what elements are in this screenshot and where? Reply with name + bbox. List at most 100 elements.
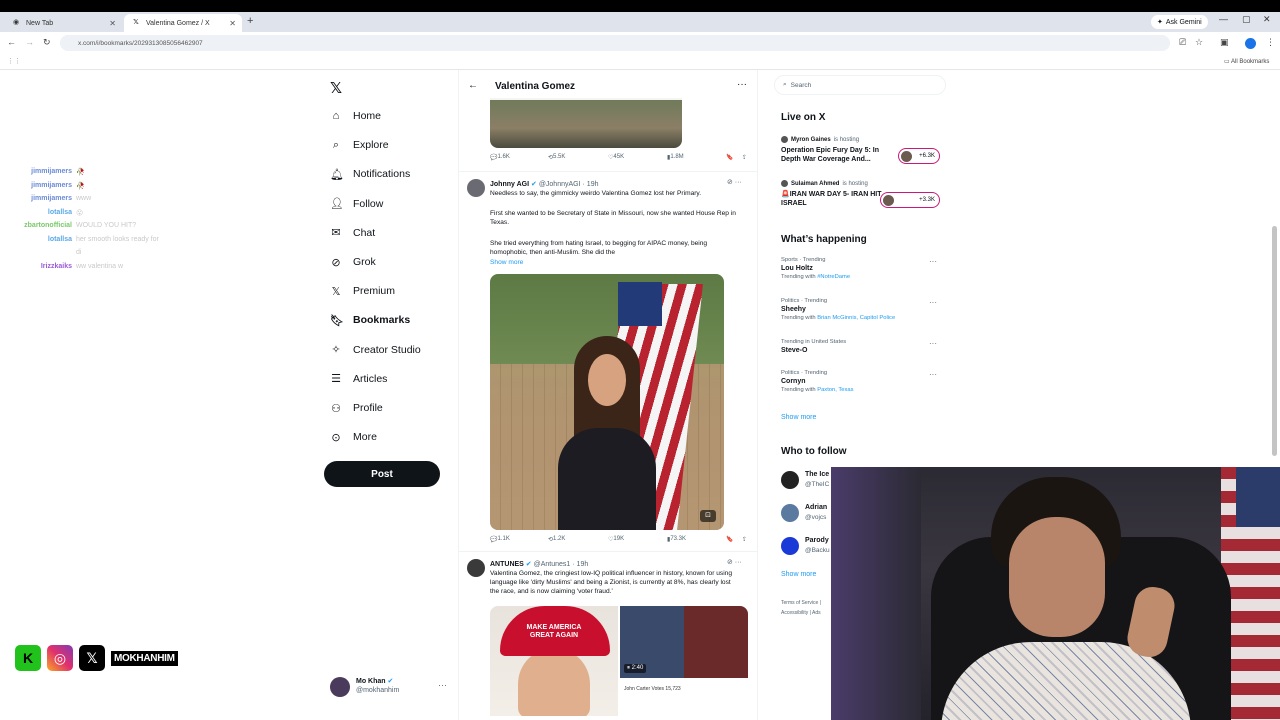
forward-arrow-icon[interactable]: →: [25, 37, 34, 47]
avatar[interactable]: [467, 179, 485, 197]
close-icon[interactable]: ✕: [109, 19, 116, 28]
trend-item[interactable]: Politics · Trending Sheehy Trending with B…: [781, 298, 941, 321]
search-input[interactable]: ⌕ Search: [774, 75, 946, 95]
views-button[interactable]: ▮ 73.3K: [667, 536, 686, 543]
more-dots-icon[interactable]: ···: [929, 339, 937, 348]
more-dots-icon[interactable]: ···: [929, 298, 937, 307]
show-more-link[interactable]: Show more: [781, 571, 816, 578]
chat-username: jimmijamers: [31, 181, 72, 189]
sidebar-item-creator-studio[interactable]: ✧ Creator Studio: [330, 340, 420, 360]
like-button[interactable]: ♡ 45K: [608, 154, 624, 161]
bookmark-icon[interactable]: 🔖: [726, 154, 733, 161]
photo-body: [558, 428, 656, 530]
sidebar-item-notifications[interactable]: 🔔︎ Notifications: [330, 164, 410, 184]
live-listeners-badge: +3.3K: [880, 192, 940, 208]
post-image[interactable]: ⊡: [490, 274, 724, 530]
views-button[interactable]: ▮ 1.8M: [667, 154, 684, 161]
footer-link[interactable]: Terms of Service |: [781, 598, 821, 608]
more-dots-icon[interactable]: ···: [737, 79, 747, 90]
tweet-author[interactable]: Johnny AGI ✔ @JohnnyAGI · 19h: [490, 180, 598, 188]
repost-button[interactable]: ⟲ 1.2K: [548, 536, 565, 543]
sidebar-item-premium[interactable]: 𝕏 Premium: [330, 281, 395, 301]
sidebar-item-grok[interactable]: ⊘ Grok: [330, 252, 376, 272]
sidebar-item-follow[interactable]: 👤︎ Follow: [330, 194, 383, 214]
trend-link[interactable]: Brian McGinnis, Capitol Police: [817, 315, 895, 321]
bookmark-icon[interactable]: 🔖: [726, 536, 733, 543]
sidebar-item-label: Home: [353, 110, 382, 122]
live-item[interactable]: Myron Gaines is hosting Operation Epic Fu…: [781, 136, 941, 164]
all-bookmarks-button[interactable]: ▭ All Bookmarks: [1224, 58, 1269, 65]
back-arrow-icon[interactable]: ←: [468, 80, 478, 91]
back-arrow-icon[interactable]: ←: [7, 37, 16, 47]
sidebar-item-home[interactable]: ⌂ Home: [330, 106, 381, 126]
reload-icon[interactable]: ↻: [43, 37, 51, 48]
sidebar-item-articles[interactable]: ☰ Articles: [330, 369, 387, 389]
show-more-link[interactable]: Show more: [781, 414, 816, 421]
live-listeners-badge: +6.3K: [898, 148, 940, 164]
maximize-icon[interactable]: ▢: [1242, 14, 1251, 25]
reply-button[interactable]: 💬 1.1K: [490, 536, 510, 543]
account-switcher[interactable]: Mo Khan ✔ @mokhanhim ···: [330, 675, 450, 699]
creator-studio-icon: ✧: [331, 344, 341, 357]
webcam-overlay: [831, 467, 1280, 720]
profile-avatar[interactable]: [1245, 38, 1256, 49]
star-icon[interactable]: ☆: [1195, 37, 1203, 48]
post-image[interactable]: [490, 98, 682, 148]
avatar[interactable]: [467, 559, 485, 577]
trend-item[interactable]: Trending in United States Steve-O ···: [781, 339, 941, 354]
ask-gemini-label: Ask Gemini: [1165, 18, 1202, 26]
side-panel-icon[interactable]: ▣: [1220, 37, 1229, 48]
cast-icon[interactable]: ⎚: [1179, 37, 1186, 48]
footer-link[interactable]: Accessibility | Ads: [781, 608, 821, 618]
trend-item[interactable]: Politics · Trending Cornyn Trending with P…: [781, 370, 941, 393]
more-dots-icon[interactable]: ···: [929, 370, 937, 379]
post-button[interactable]: Post: [324, 461, 440, 487]
more-dots-icon[interactable]: ···: [438, 680, 447, 690]
image-options-icon[interactable]: ⊡: [700, 510, 716, 522]
scrollbar-thumb[interactable]: [1272, 226, 1277, 456]
share-icon[interactable]: ⇪: [742, 536, 747, 543]
close-icon[interactable]: ✕: [229, 19, 236, 28]
sidebar-item-label: Bookmarks: [353, 314, 411, 327]
sidebar-item-explore[interactable]: ⌕ Explore: [330, 135, 389, 155]
grok-icon[interactable]: ⊘ ···: [727, 178, 742, 186]
trend-item[interactable]: Sports · Trending Lou Holtz Trending with …: [781, 257, 941, 280]
x-logo-icon[interactable]: 𝕏: [330, 79, 342, 97]
trend-link[interactable]: Paxton, Texas: [817, 387, 853, 393]
sidebar-item-bookmarks[interactable]: 🔖︎ Bookmarks: [330, 310, 410, 330]
repost-button[interactable]: ⟲ 5.5K: [548, 154, 565, 161]
like-button[interactable]: ♡ 19K: [608, 536, 624, 543]
post-media[interactable]: MAKE AMERICA GREAT AGAIN ⏸ 2:40 John Car…: [490, 606, 750, 716]
chat-text: 🥀: [76, 182, 85, 190]
more-dots-icon[interactable]: ···: [929, 257, 937, 266]
live-item[interactable]: Sulaiman Ahmed is hosting 🚨IRAN WAR DAY 5…: [781, 180, 941, 208]
x-premium-icon: 𝕏: [331, 285, 341, 298]
new-tab-button[interactable]: +: [247, 15, 253, 27]
tweet[interactable]: Johnny AGI ✔ @JohnnyAGI · 19h ⊘ ··· Need…: [459, 171, 757, 551]
sidebar-item-label: Chat: [353, 226, 376, 239]
tweet-author[interactable]: ANTUNES ✔ @Antunes1 · 19h: [490, 560, 588, 568]
ask-gemini-button[interactable]: ✦ Ask Gemini: [1151, 15, 1208, 29]
suggestion-name: Parody: [805, 537, 829, 544]
minimize-icon[interactable]: —: [1219, 14, 1228, 24]
sidebar-item-chat[interactable]: ✉ Chat: [330, 223, 375, 243]
avatar: [883, 195, 894, 206]
sidebar-item-label: Grok: [353, 256, 376, 268]
post-actions: 💬 1.1K ⟲ 1.2K ♡ 19K ▮ 73.3K 🔖 ⇪: [490, 536, 750, 548]
sidebar-item-profile[interactable]: ⚇ Profile: [330, 398, 383, 418]
kebab-menu-icon[interactable]: ⋮: [1266, 37, 1275, 48]
tab-valentina-gomez[interactable]: 𝕏 Valentina Gomez / X ✕: [124, 14, 242, 32]
trend-link[interactable]: #NotreDame: [817, 274, 850, 280]
sidebar-item-more[interactable]: ⊙ More: [330, 427, 377, 447]
show-more-link[interactable]: Show more: [490, 259, 523, 266]
post-image[interactable]: MAKE AMERICA GREAT AGAIN: [490, 606, 618, 716]
share-icon[interactable]: ⇪: [742, 154, 747, 161]
close-window-icon[interactable]: ✕: [1263, 14, 1271, 25]
post-video[interactable]: ⏸ 2:40 John Carter Votes 15,723: [620, 606, 748, 716]
apps-icon[interactable]: ⋮⋮: [7, 57, 21, 65]
address-bar[interactable]: x.com/i/bookmarks/2029313085056462907: [60, 35, 1170, 51]
reply-button[interactable]: 💬 1.6K: [490, 154, 510, 161]
tab-new-tab[interactable]: ◉ New Tab ✕: [4, 14, 122, 32]
tweet[interactable]: ANTUNES ✔ @Antunes1 · 19h ⊘ ··· Valentin…: [459, 551, 757, 720]
grok-icon[interactable]: ⊘ ···: [727, 558, 742, 566]
